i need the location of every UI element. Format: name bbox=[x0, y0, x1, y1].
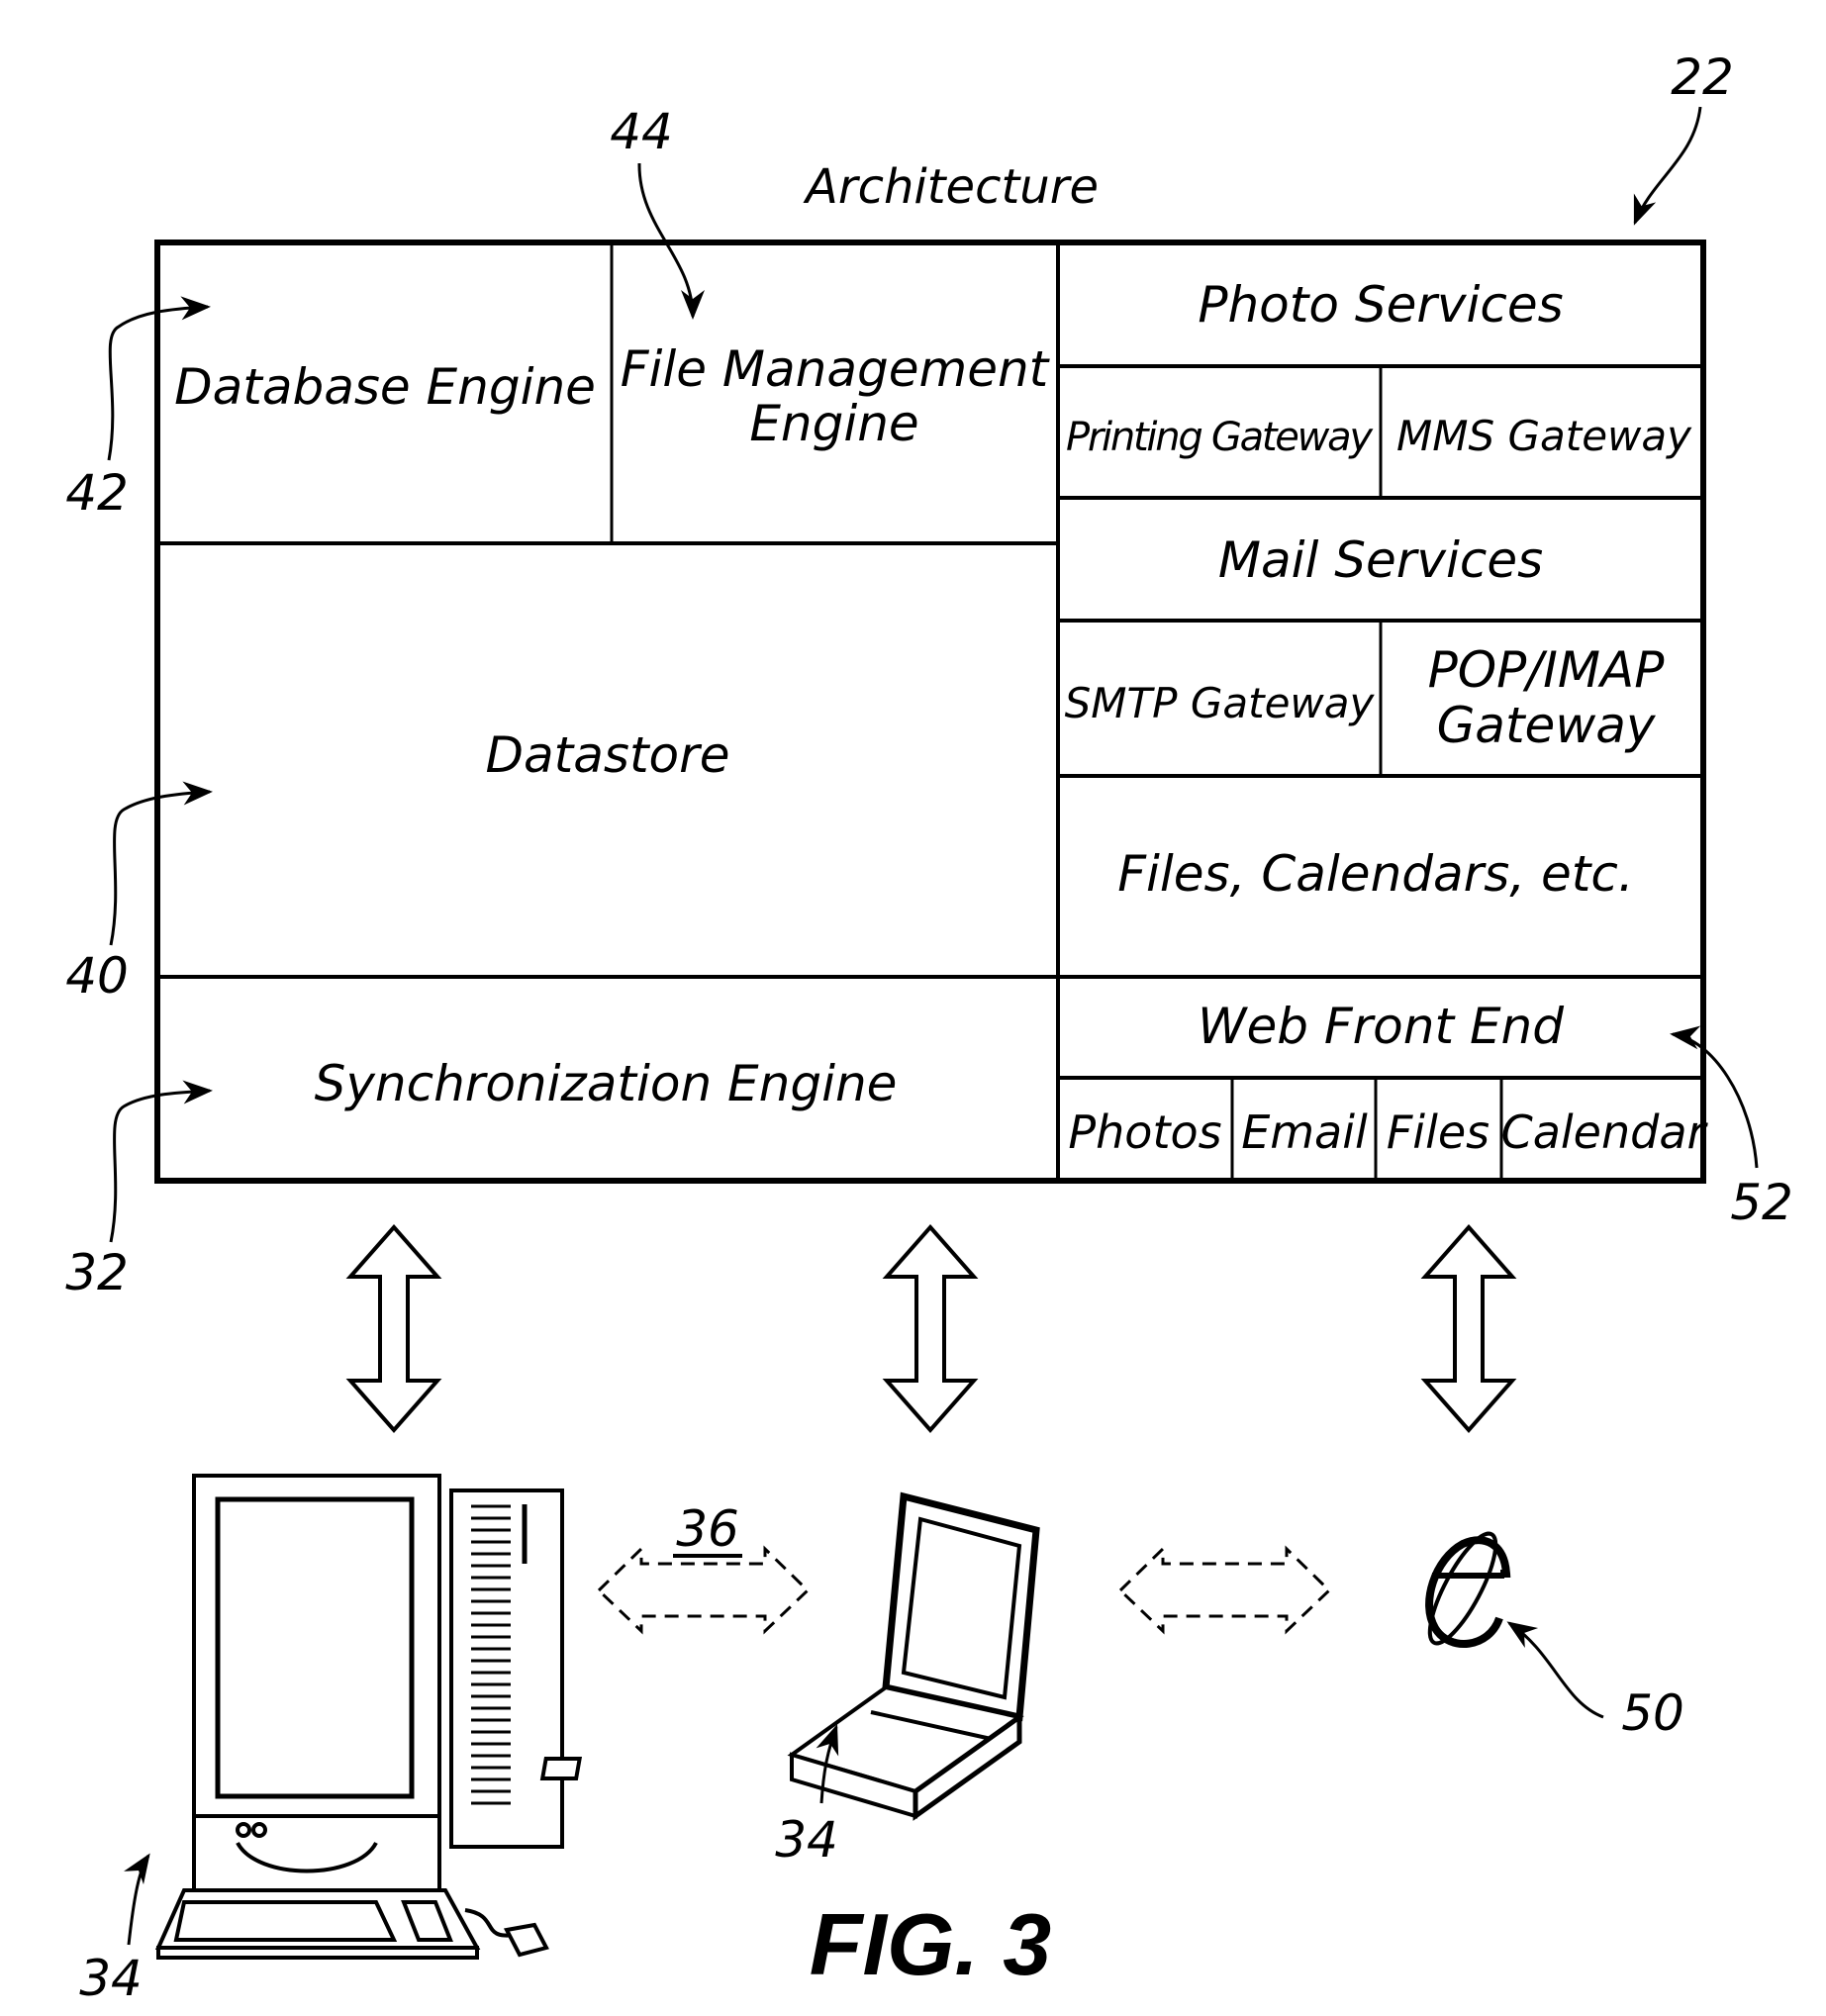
mms-gateway-block: MMS Gateway bbox=[1396, 412, 1692, 460]
synchronization-engine-block: Synchronization Engine bbox=[315, 1055, 898, 1112]
leader-arrow-34-desktop bbox=[124, 1853, 150, 1946]
ref-numeral-32: 32 bbox=[65, 1244, 129, 1301]
web-tab-calendar: Calendar bbox=[1501, 1105, 1709, 1159]
architecture-diagram: Architecture Database Engine File Manage… bbox=[65, 48, 1793, 2007]
ref-numeral-22: 22 bbox=[1671, 48, 1734, 106]
file-management-engine-block: File Management bbox=[621, 340, 1051, 398]
desktop-computer-icon bbox=[154, 1474, 564, 1960]
web-tab-email: Email bbox=[1241, 1105, 1368, 1159]
sync-arrow-desktop bbox=[345, 1223, 442, 1434]
diagram-title: Architecture bbox=[803, 159, 1099, 215]
web-tab-files: Files bbox=[1387, 1105, 1490, 1159]
figure-label: FIG. 3 bbox=[810, 1895, 1052, 1993]
ref-numeral-44: 44 bbox=[610, 103, 673, 160]
file-management-engine-block-line2: Engine bbox=[749, 395, 918, 452]
sync-arrow-laptop bbox=[882, 1223, 979, 1434]
files-calendars-block: Files, Calendars, etc. bbox=[1117, 845, 1634, 903]
ref-numeral-40: 40 bbox=[65, 947, 129, 1005]
ref-numeral-36: 36 bbox=[676, 1500, 739, 1558]
photo-services-block: Photo Services bbox=[1198, 276, 1563, 334]
web-tab-photos: Photos bbox=[1068, 1105, 1221, 1159]
peer-web-arrow bbox=[1117, 1545, 1332, 1635]
peer-sync-arrow-36 bbox=[596, 1545, 811, 1635]
ref-numeral-52: 52 bbox=[1730, 1174, 1793, 1231]
ref-numeral-50: 50 bbox=[1621, 1684, 1684, 1742]
database-engine-block: Database Engine bbox=[174, 358, 596, 416]
pop-imap-gateway-block-line2: Gateway bbox=[1437, 697, 1657, 754]
laptop-computer-icon bbox=[539, 1491, 1040, 1821]
printing-gateway-block: Printing Gateway bbox=[1066, 415, 1374, 460]
datastore-block: Datastore bbox=[486, 726, 730, 784]
leader-arrow-22 bbox=[1633, 106, 1702, 226]
web-arrow-browser bbox=[1420, 1223, 1517, 1434]
ref-numeral-42: 42 bbox=[65, 464, 129, 522]
ref-numeral-34-laptop: 34 bbox=[775, 1811, 838, 1869]
web-front-end-block: Web Front End bbox=[1198, 998, 1564, 1055]
web-browser-icon bbox=[1425, 1531, 1511, 1648]
ref-numeral-34-desktop: 34 bbox=[79, 1950, 143, 2007]
smtp-gateway-block: SMTP Gateway bbox=[1065, 679, 1376, 727]
mail-services-block: Mail Services bbox=[1218, 531, 1543, 589]
leader-arrow-50 bbox=[1506, 1621, 1604, 1719]
pop-imap-gateway-block: POP/IMAP bbox=[1428, 641, 1666, 699]
